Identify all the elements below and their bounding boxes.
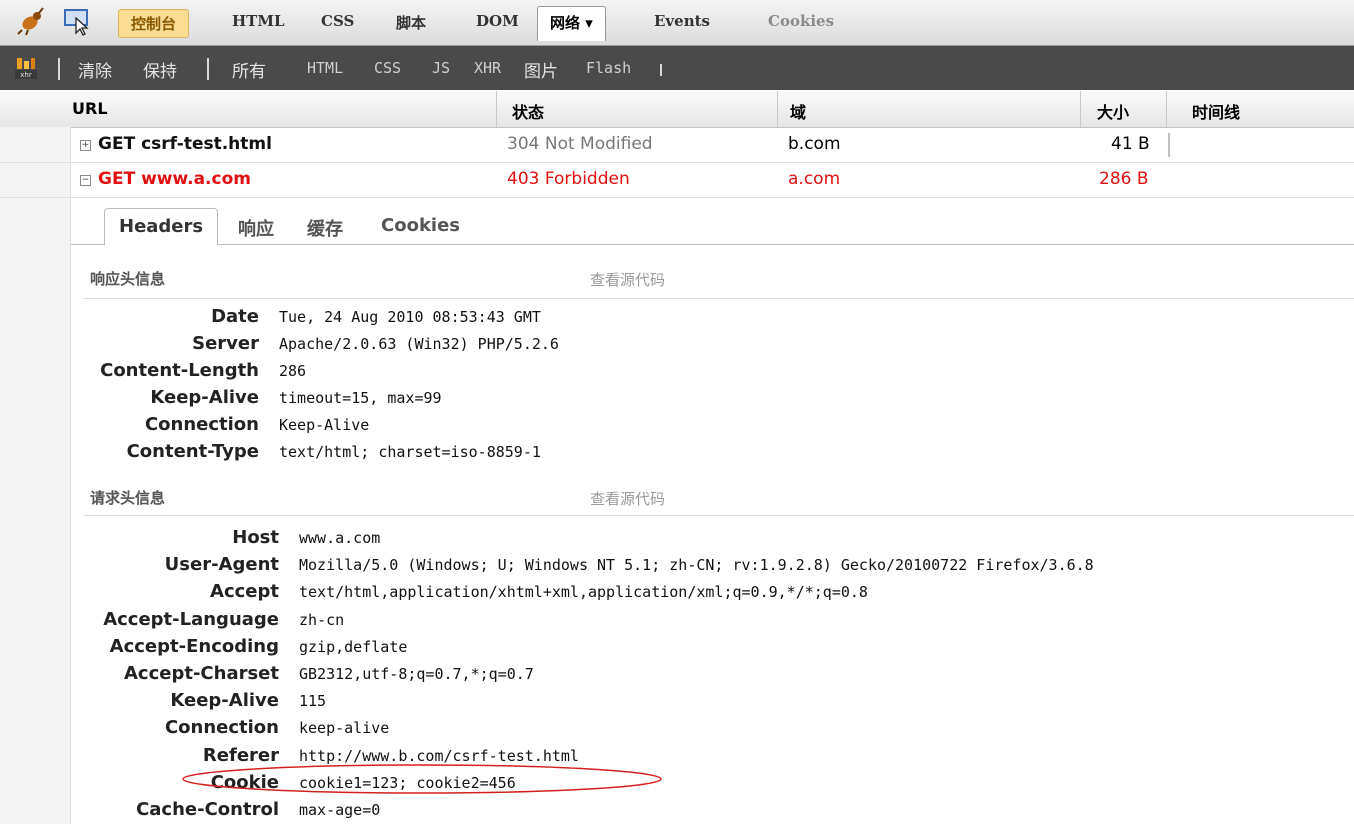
tab-console[interactable]: 控制台: [118, 9, 190, 38]
tab-css[interactable]: CSS: [321, 12, 354, 30]
column-size[interactable]: 大小: [1097, 99, 1129, 123]
header-value: 115: [299, 692, 327, 711]
column-status[interactable]: 状态: [512, 99, 544, 123]
net-toolbar: xhr 清除 保持 所有 HTML CSS JS XHR 图片 Flash: [0, 46, 1354, 90]
section-divider: [84, 515, 1354, 516]
column-domain[interactable]: 域: [790, 99, 806, 123]
header-name: Accept-Language: [103, 608, 279, 630]
response-headers-title: 响应头信息: [90, 270, 166, 288]
tab-events[interactable]: Events: [654, 12, 710, 30]
column-divider: [1166, 91, 1167, 127]
header-name: User-Agent: [164, 554, 279, 576]
tab-response[interactable]: 响应: [238, 215, 274, 241]
clear-button[interactable]: 清除: [78, 57, 112, 82]
header-value: max-age=0: [299, 801, 381, 819]
tab-net[interactable]: 网络 ▾: [537, 6, 606, 41]
request-size: 286 B: [1099, 169, 1149, 189]
request-table-header: URL 状态 域 大小 时间线: [0, 91, 1354, 128]
column-divider: [777, 91, 778, 127]
header-name: Connection: [164, 717, 279, 739]
header-name: Keep-Alive: [150, 387, 259, 408]
header-name: Content-Length: [100, 360, 259, 381]
tab-script[interactable]: 脚本: [396, 12, 426, 33]
header-value: text/html; charset=iso-8859-1: [279, 443, 541, 461]
filter-css[interactable]: CSS: [374, 59, 401, 77]
header-value: Mozilla/5.0 (Windows; U; Windows NT 5.1;…: [299, 556, 1094, 575]
column-url[interactable]: URL: [72, 99, 108, 118]
separator: [660, 64, 662, 76]
tab-detail-cookies[interactable]: Cookies: [381, 215, 460, 236]
separator: [58, 58, 60, 80]
request-headers-title: 请求头信息: [90, 489, 166, 507]
header-name: Server: [192, 333, 259, 354]
header-value: gzip,deflate: [299, 637, 408, 656]
filter-js[interactable]: JS: [432, 59, 450, 77]
request-url: GET www.a.com: [98, 169, 251, 189]
table-row[interactable]: − GET www.a.com 403 Forbidden a.com 286 B: [0, 163, 1354, 198]
tab-cookies[interactable]: Cookies: [768, 12, 834, 30]
column-divider: [496, 91, 497, 127]
header-name: Accept-Charset: [123, 663, 279, 684]
separator: [207, 58, 209, 80]
tab-html[interactable]: HTML: [232, 12, 285, 30]
tab-cache[interactable]: 缓存: [307, 215, 343, 241]
collapse-toggle-icon[interactable]: −: [80, 175, 91, 186]
view-source-link[interactable]: 查看源代码: [590, 488, 665, 509]
header-name: Content-Type: [126, 441, 259, 462]
header-value: Keep-Alive: [279, 416, 370, 434]
cookie-highlight-ellipse: [182, 764, 662, 794]
header-name: Date: [211, 306, 259, 327]
header-name: Keep-Alive: [170, 690, 279, 712]
request-size: 41 B: [1111, 134, 1150, 154]
tab-headers[interactable]: Headers: [104, 208, 219, 245]
header-value: 286: [279, 362, 307, 380]
svg-text:xhr: xhr: [20, 71, 32, 79]
tab-dom[interactable]: DOM: [476, 12, 519, 30]
request-domain: a.com: [788, 169, 841, 189]
firebug-bug-icon[interactable]: [16, 6, 46, 36]
firebug-toolbar: 控制台 HTML CSS 脚本 DOM 网络 ▾ Events Cookies: [0, 0, 1354, 46]
request-status: 403 Forbidden: [507, 169, 630, 189]
section-divider: [84, 298, 1354, 299]
request-domain: b.com: [788, 134, 841, 154]
header-value: GB2312,utf-8;q=0.7,*;q=0.7: [299, 665, 534, 683]
filter-all[interactable]: 所有: [232, 57, 266, 82]
header-name: Host: [232, 527, 279, 548]
column-divider: [1080, 91, 1081, 127]
header-value: Apache/2.0.63 (Win32) PHP/5.2.6: [279, 335, 559, 353]
header-value: text/html,application/xhtml+xml,applicat…: [299, 583, 868, 602]
persist-button[interactable]: 保持: [143, 57, 177, 82]
header-value: Tue, 24 Aug 2010 08:53:43 GMT: [279, 308, 541, 326]
filter-xhr[interactable]: XHR: [474, 59, 501, 77]
filter-html[interactable]: HTML: [307, 59, 343, 77]
header-name: Connection: [144, 414, 259, 435]
header-value: zh-cn: [299, 610, 345, 629]
header-value: timeout=15, max=99: [279, 389, 442, 407]
view-source-link[interactable]: 查看源代码: [590, 269, 665, 290]
left-gutter: [0, 127, 71, 824]
header-value: www.a.com: [299, 529, 381, 547]
header-name: Cache-Control: [136, 799, 279, 820]
filter-flash[interactable]: Flash: [586, 59, 631, 77]
request-url: GET csrf-test.html: [98, 134, 272, 154]
filter-images[interactable]: 图片: [524, 57, 558, 82]
header-value: keep-alive: [299, 719, 390, 738]
inspect-element-icon[interactable]: [62, 6, 92, 36]
column-timeline[interactable]: 时间线: [1192, 99, 1240, 123]
header-name: Accept: [210, 581, 279, 603]
xhr-icon[interactable]: xhr: [14, 56, 38, 80]
timeline-bar: [1168, 133, 1170, 157]
header-name: Accept-Encoding: [109, 635, 279, 657]
request-status: 304 Not Modified: [507, 134, 653, 154]
expand-toggle-icon[interactable]: +: [80, 140, 91, 151]
table-row[interactable]: + GET csrf-test.html 304 Not Modified b.c…: [0, 128, 1354, 163]
